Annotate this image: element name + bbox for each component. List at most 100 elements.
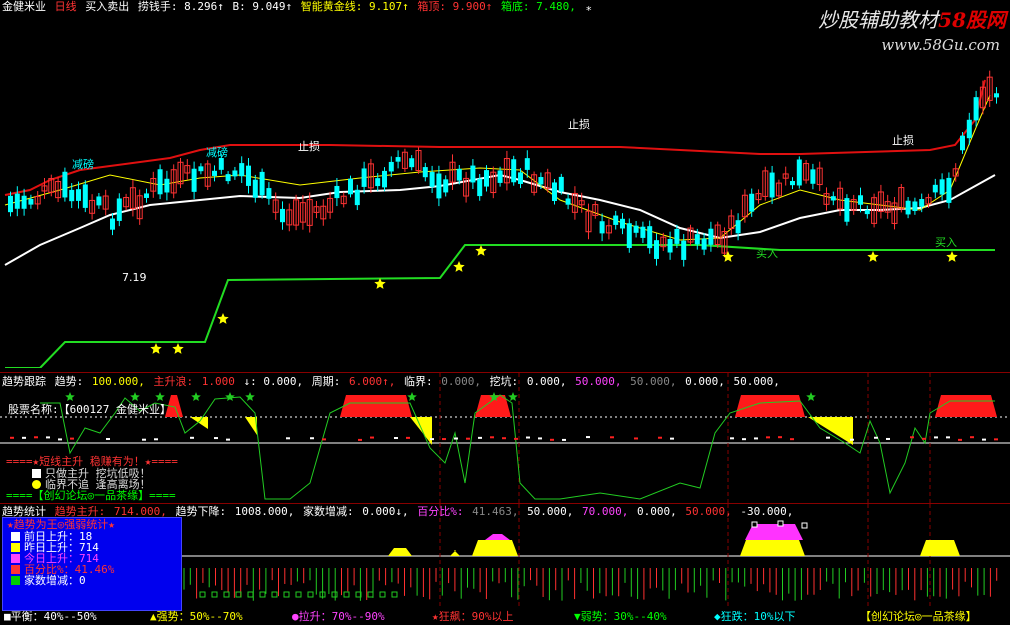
signal-dash (286, 437, 290, 440)
trend-chart[interactable] (0, 373, 1010, 503)
surge-hump (485, 534, 510, 540)
header-item: 0.000, (526, 375, 574, 388)
candle-body (694, 234, 700, 245)
header-item: 箱底: 7.480, (500, 0, 576, 13)
weak-marker (295, 591, 302, 598)
candle-body (212, 170, 217, 176)
header-item: 70.000, (582, 505, 636, 518)
signal-dash (514, 437, 518, 440)
candle-body (76, 189, 81, 201)
signal-dash (34, 436, 38, 439)
header-item: -30.000, (740, 505, 794, 518)
weak-marker (271, 591, 278, 598)
header-item: 1008.000, (234, 505, 301, 518)
candle-body (484, 170, 489, 187)
header-item: 41.463, (472, 505, 526, 518)
candle-body (116, 198, 122, 221)
signal-dash (430, 438, 434, 441)
candle-body (225, 174, 231, 182)
signal-dash (586, 436, 590, 439)
signal-dash (778, 436, 782, 439)
weak-marker (247, 591, 254, 598)
stock-name: 金健米业 (2, 0, 46, 13)
candle-body (511, 159, 517, 183)
buy-label: 买入 (935, 236, 957, 249)
candle-body (946, 177, 952, 203)
candle-body (232, 170, 238, 177)
uptrend-block (935, 395, 997, 417)
header-item: 0.000, (685, 375, 732, 388)
trend-star-icon (225, 392, 235, 401)
signal-dash (910, 436, 914, 439)
color-square-icon (11, 532, 20, 541)
stats-box-row: 家数增减：0 (3, 575, 181, 586)
strength-hump (740, 540, 805, 556)
stop-loss-label: 止损 (298, 139, 320, 153)
candle-body (456, 168, 462, 181)
signal-dash (70, 437, 74, 440)
color-square-icon (11, 543, 20, 552)
signal-dash (370, 436, 374, 439)
candle-body (14, 193, 20, 209)
weak-marker (199, 591, 206, 598)
signal-dash (154, 438, 158, 441)
candle-body (960, 135, 965, 151)
candle-body (994, 93, 999, 98)
signal-dash (958, 438, 962, 441)
legend-bar: ■平衡：40%--50% ▲强势：50%--70% ●拉升：70%--90% ★狂飙：… (0, 608, 1010, 625)
signal-dash (22, 436, 26, 439)
candle-body (82, 184, 88, 208)
signal-dash (478, 436, 482, 439)
trend-star-icon (806, 392, 816, 401)
signal-dash (934, 436, 938, 439)
candle-body (110, 218, 115, 230)
signal-dash (946, 436, 950, 439)
signal-dash (766, 436, 770, 439)
trend-title[interactable]: 趋势跟踪 (2, 375, 46, 388)
candle-body (477, 178, 483, 197)
candle-body (470, 165, 476, 183)
color-square-icon (11, 565, 20, 574)
signal-dash (142, 438, 146, 441)
signal-dash (502, 437, 506, 440)
candle-body (538, 177, 544, 185)
trend-star-icon (130, 392, 140, 401)
candle-body (626, 223, 632, 248)
header-item: 0.000↓, (362, 505, 416, 518)
uptrend-block (735, 395, 805, 417)
signal-dash (886, 437, 890, 440)
candle-body (973, 97, 979, 121)
legend-item: ▼弱势：30%--40% (574, 610, 667, 623)
color-square-icon (11, 554, 20, 563)
header-item: 1.000 (201, 375, 242, 388)
candle-body (429, 172, 435, 187)
candle-body (735, 220, 741, 234)
header-item: 6.000↑, (348, 375, 402, 388)
signal-dash (730, 437, 734, 440)
indicator-name[interactable]: 买入卖出 (85, 0, 129, 13)
weak-marker (331, 591, 338, 598)
candle-body (939, 179, 945, 195)
header-item: 0.000, (637, 505, 684, 518)
header-item: 50.000, (527, 505, 581, 518)
header-item: 趋势下降: (175, 505, 233, 518)
candle-body (239, 163, 245, 177)
chart-period[interactable]: 日线 (55, 0, 77, 13)
candle-body (864, 210, 870, 215)
signal-dash (982, 438, 986, 441)
trend-star-icon (191, 392, 201, 401)
weak-marker (367, 591, 374, 598)
signal-dash (970, 436, 974, 439)
candle-body (8, 195, 13, 213)
balance-square-icon (751, 521, 758, 528)
trend-star-icon (245, 392, 255, 401)
signal-dash (874, 436, 878, 439)
candle-body (69, 189, 75, 202)
candle-body (599, 221, 605, 234)
price-chart[interactable]: 止损止损 止损买入买入减磅减磅7.19* (0, 0, 1010, 368)
trend-panel[interactable]: 趋势跟踪 趋势: 100.000, 主升浪: 1.000 ↓: 0.000, 周… (0, 372, 1010, 503)
main-chart-panel[interactable]: 金健米业 日线 买入卖出 捞钱手: 8.296↑ B: 9.049↑ 智能黄金线… (0, 0, 1010, 368)
candle-body (443, 179, 449, 193)
legend-item: ●拉升：70%--90% (292, 610, 385, 623)
signal-dash (454, 437, 458, 440)
